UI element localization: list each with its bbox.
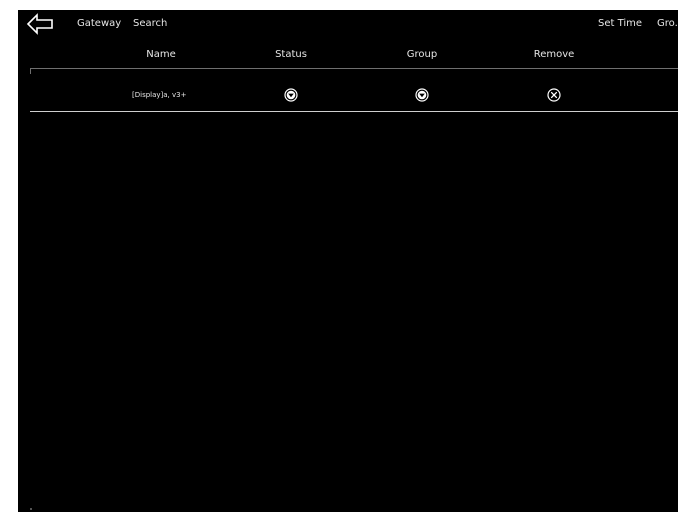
- status-dropdown-button[interactable]: [284, 87, 298, 102]
- header-name: Name: [146, 49, 176, 60]
- table-row[interactable]: [Display]a, v3+: [30, 82, 678, 112]
- row-divider: [30, 111, 678, 112]
- header-remove: Remove: [533, 49, 575, 60]
- left-arrow-icon: [26, 13, 53, 35]
- group-link[interactable]: Gro...: [657, 18, 678, 29]
- app-screen: Gateway Search Set Time Gro... Name Stat…: [18, 10, 678, 512]
- gateway-link[interactable]: Gateway: [77, 18, 121, 29]
- chevron-down-circle-icon: [415, 88, 429, 102]
- group-dropdown-button[interactable]: [415, 87, 429, 102]
- header-divider-tick: [30, 68, 31, 74]
- close-circle-icon: [547, 88, 561, 102]
- remove-button[interactable]: [547, 87, 561, 102]
- back-button[interactable]: [26, 13, 54, 35]
- header-group: Group: [406, 49, 438, 60]
- header-status: Status: [275, 49, 307, 60]
- header-divider: [30, 68, 678, 69]
- chevron-down-circle-icon: [284, 88, 298, 102]
- set-time-link[interactable]: Set Time: [598, 18, 642, 29]
- device-name: [Display]a, v3+: [132, 91, 187, 99]
- top-bar: Gateway Search Set Time Gro...: [18, 10, 678, 40]
- search-link[interactable]: Search: [133, 18, 167, 29]
- corner-mark: [30, 508, 32, 510]
